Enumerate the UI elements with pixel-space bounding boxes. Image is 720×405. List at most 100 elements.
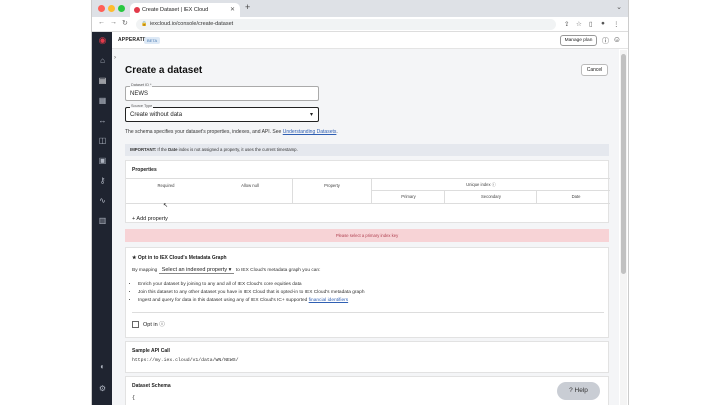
error-banner: Please select a primary index key [125, 229, 609, 242]
browser-menu-icon[interactable]: ⋮ [613, 20, 620, 28]
divider [371, 179, 372, 203]
bookmark-star-icon[interactable]: ☆ [576, 20, 582, 28]
mapping-pre: By mapping [132, 268, 158, 273]
url-field[interactable]: 🔒 iexcloud.io/console/create-dataset [136, 19, 556, 30]
list-item: Join this dataset to any other dataset y… [138, 289, 365, 297]
iex-logo-icon[interactable]: ◉ [98, 36, 107, 45]
list-item: Enrich your dataset by joining to any an… [138, 281, 365, 289]
api-url[interactable]: https://my.iex.cloud/v1/data/WN/NEWS/ [132, 358, 239, 363]
favicon-icon [134, 7, 140, 13]
source-type-select[interactable]: Source Type Create without data ▾ [125, 104, 319, 122]
select-label: Select an indexed property [161, 267, 228, 273]
col-unique-index: Unique index ⓘ [466, 182, 496, 187]
schema-code[interactable]: { [132, 395, 135, 401]
api-heading: Sample API Call [132, 348, 170, 354]
bullet-text: Ingest and query for data in this datase… [138, 298, 309, 303]
schema-description: The schema specifies your dataset's prop… [125, 129, 338, 135]
schema-heading: Dataset Schema [132, 383, 171, 389]
keys-icon[interactable]: ⚷ [98, 176, 107, 185]
new-tab-button[interactable]: + [245, 2, 250, 12]
metadata-heading: ★ Opt in to IEX Cloud's Metadata Graph [132, 255, 227, 261]
opt-in-label: Opt in ⓘ [143, 322, 165, 328]
dataset-id-value: NEWS [130, 91, 148, 97]
lock-icon: 🔒 [141, 21, 148, 27]
financial-identifiers-link[interactable]: financial identifiers [309, 298, 348, 303]
home-icon[interactable]: ⌂ [98, 56, 107, 65]
minimize-window-button[interactable] [108, 5, 115, 12]
indexed-property-select[interactable]: Select an indexed property ▾ [158, 267, 235, 274]
back-icon[interactable]: ← [98, 19, 105, 26]
col-date: Date [571, 194, 581, 199]
share-icon[interactable]: ⇪ [564, 20, 569, 28]
profile-icon[interactable]: ● [601, 20, 605, 27]
browser-window: Create Dataset | IEX Cloud ✕ + ⌄ ← → ↻ 🔒… [91, 0, 629, 405]
col-property: Property [324, 183, 340, 188]
manage-plan-button[interactable]: Manage plan [560, 35, 597, 46]
address-bar-row: ← → ↻ 🔒 iexcloud.io/console/create-datas… [92, 17, 628, 32]
tab-bar: Create Dataset | IEX Cloud ✕ + ⌄ [92, 0, 628, 17]
dataset-id-field[interactable]: Dataset ID * NEWS [125, 83, 319, 101]
col-secondary: Secondary [480, 194, 502, 199]
theme-toggle-icon[interactable]: ◐ [98, 362, 107, 371]
tab-title: Create Dataset | IEX Cloud [142, 7, 209, 13]
datasets-icon[interactable]: ▤ [98, 76, 107, 85]
col-primary: Primary [401, 194, 416, 199]
divider [126, 178, 610, 179]
important-label: IMPORTANT: [130, 147, 157, 152]
schema-card: Dataset Schema { [125, 376, 609, 405]
functions-icon[interactable]: ▣ [98, 156, 107, 165]
close-tab-icon[interactable]: ✕ [230, 3, 235, 17]
activity-icon[interactable]: ∿ [98, 196, 107, 205]
forward-icon[interactable]: → [110, 19, 117, 26]
docs-icon[interactable]: ▥ [98, 216, 107, 225]
divider [132, 312, 604, 313]
url-text: iexcloud.io/console/create-dataset [150, 21, 234, 27]
divider [536, 191, 537, 203]
help-button[interactable]: ? Help [557, 382, 600, 400]
source-type-label: Source Type [130, 104, 154, 108]
sidebar-toggle-icon[interactable]: ▯ [589, 20, 593, 28]
divider [371, 190, 610, 191]
scrollbar-thumb[interactable] [621, 54, 626, 274]
collapse-chevron-icon[interactable]: › [114, 55, 116, 61]
page-title: Create a dataset [125, 65, 203, 76]
close-window-button[interactable] [98, 5, 105, 12]
org-name[interactable]: APPERATE [118, 37, 146, 43]
important-note: IMPORTANT: If the Date index is not assi… [125, 144, 609, 156]
browser-tab[interactable]: Create Dataset | IEX Cloud ✕ [130, 3, 240, 17]
dropdown-caret-icon: ▾ [309, 112, 313, 118]
user-account-icon[interactable]: ☺ [613, 35, 621, 44]
tab-list-chevron-icon[interactable]: ⌄ [616, 3, 622, 11]
views-icon[interactable]: ▦ [98, 96, 107, 105]
divider [292, 179, 293, 203]
cancel-button[interactable]: Cancel [581, 64, 608, 76]
divider [444, 191, 445, 203]
beta-badge: BETA [144, 37, 161, 44]
maximize-window-button[interactable] [118, 5, 125, 12]
understanding-datasets-link[interactable]: Understanding Datasets [283, 129, 337, 135]
note-text-1: If the [156, 147, 169, 152]
properties-card: Properties Required Allow null Property … [125, 160, 610, 223]
add-property-button[interactable]: + Add property [132, 216, 168, 222]
mouse-cursor-icon: ↖ [163, 203, 169, 209]
events-icon[interactable]: ◫ [98, 136, 107, 145]
description-text: The schema specifies your dataset's prop… [125, 129, 282, 135]
properties-heading: Properties [132, 167, 157, 173]
mapping-post: to IEX Cloud's metadata graph you can: [235, 268, 321, 273]
dataset-id-label: Dataset ID * [130, 83, 153, 87]
ingestion-icon[interactable]: ↔ [98, 116, 107, 125]
app-header: APPERATE BETA Manage plan ⓘ ☺ [112, 32, 628, 49]
app-sidebar: ◉ ⌂ ▤ ▦ ↔ ◫ ▣ ⚷ ∿ ▥ ◐ ⚙ [92, 32, 112, 405]
note-text-2: index is not assigned a property, it use… [177, 147, 298, 152]
source-type-value: Create without data [130, 112, 183, 118]
main-content: › Create a dataset Cancel Dataset ID * N… [112, 49, 619, 405]
help-circle-icon[interactable]: ⓘ [602, 36, 609, 46]
benefits-list: Enrich your dataset by joining to any an… [138, 281, 365, 305]
metadata-graph-card: ★ Opt in to IEX Cloud's Metadata Graph B… [125, 247, 609, 338]
settings-gear-icon[interactable]: ⚙ [98, 384, 107, 393]
checkbox-box[interactable] [132, 321, 139, 329]
reload-icon[interactable]: ↻ [122, 19, 128, 27]
mapping-text: By mapping Select an indexed property ▾ … [132, 267, 320, 274]
opt-in-checkbox[interactable]: Opt in ⓘ [132, 320, 165, 329]
scrollbar[interactable] [620, 50, 627, 405]
